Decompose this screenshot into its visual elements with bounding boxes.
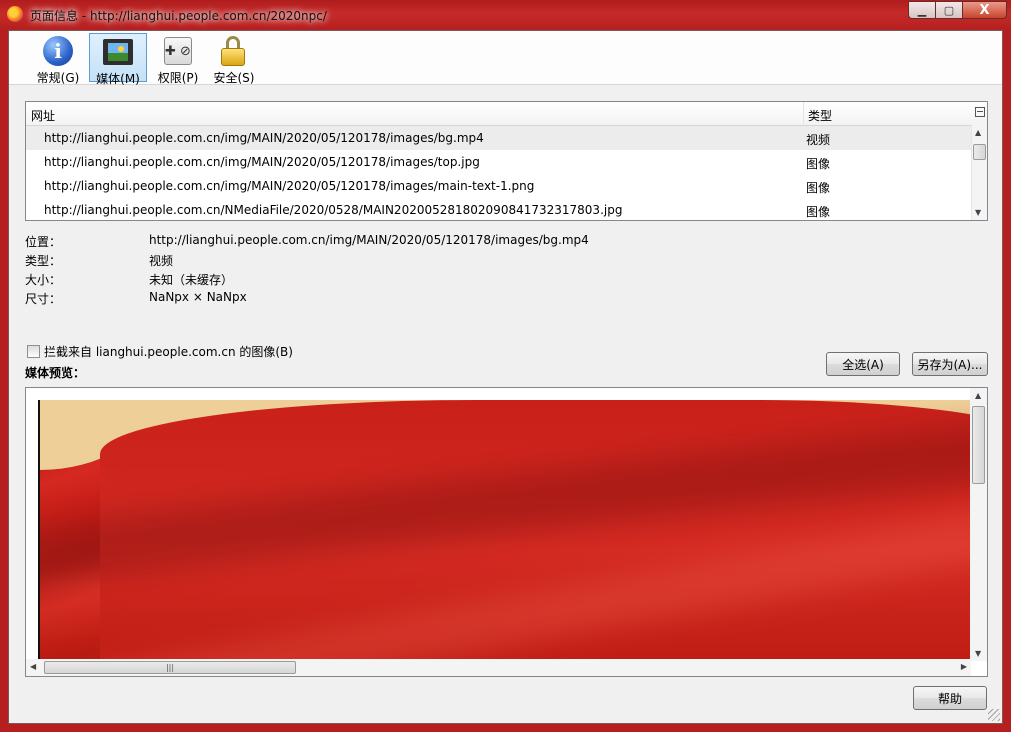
media-row-url: http://lianghui.people.com.cn/img/MAIN/2… bbox=[44, 155, 480, 169]
scroll-thumb[interactable] bbox=[972, 406, 985, 484]
scroll-down-icon[interactable]: ▼ bbox=[975, 649, 981, 658]
media-row[interactable]: http://lianghui.people.com.cn/NMediaFile… bbox=[26, 198, 971, 220]
scroll-up-icon[interactable]: ▲ bbox=[975, 128, 981, 137]
property-label: 尺寸： bbox=[25, 292, 62, 306]
select-all-button[interactable]: 全选(A) bbox=[826, 352, 900, 376]
media-row-url: http://lianghui.people.com.cn/img/MAIN/2… bbox=[44, 179, 535, 193]
media-list[interactable]: 网址 类型 http://lianghui.people.com.cn/img/… bbox=[25, 101, 988, 221]
media-row-url: http://lianghui.people.com.cn/NMediaFile… bbox=[44, 203, 623, 217]
block-images-checkbox[interactable] bbox=[27, 345, 40, 358]
property-location: 位置： http://lianghui.people.com.cn/img/MA… bbox=[25, 233, 625, 252]
tab-security[interactable]: 安全(S) bbox=[205, 33, 263, 85]
window-title: 页面信息 - http://lianghui.people.com.cn/202… bbox=[30, 9, 327, 23]
media-row[interactable]: http://lianghui.people.com.cn/img/MAIN/2… bbox=[26, 174, 971, 198]
media-list-scrollbar[interactable]: ▲ ▼ bbox=[971, 125, 987, 220]
scroll-down-icon[interactable]: ▼ bbox=[975, 208, 981, 217]
column-header-type[interactable]: 类型 bbox=[808, 107, 832, 124]
preview-vertical-scrollbar[interactable]: ▲ ▼ bbox=[970, 388, 987, 661]
media-row-type: 图像 bbox=[806, 157, 831, 171]
permissions-icon: ✚ ⊘ bbox=[162, 35, 194, 67]
property-value: 视频 bbox=[149, 254, 174, 268]
close-button[interactable]: X bbox=[962, 1, 1007, 19]
column-header-url[interactable]: 网址 bbox=[31, 107, 55, 124]
scroll-left-icon[interactable]: ◀ bbox=[30, 662, 36, 671]
media-preview-label: 媒体预览： bbox=[25, 366, 86, 380]
tab-media[interactable]: 媒体(M) bbox=[89, 33, 147, 86]
resize-grip[interactable] bbox=[988, 709, 1000, 721]
video-preview[interactable] bbox=[38, 400, 972, 661]
title-bar[interactable]: 页面信息 - http://lianghui.people.com.cn/202… bbox=[0, 0, 1011, 30]
info-icon: i bbox=[42, 35, 74, 67]
column-picker-icon[interactable] bbox=[975, 107, 985, 117]
tab-toolbar: i 常规(G) 媒体(M) ✚ ⊘ 权限(P) 安全(S) bbox=[9, 31, 1002, 86]
media-row-type: 图像 bbox=[806, 205, 831, 219]
property-value: 未知（未缓存） bbox=[149, 273, 234, 287]
scroll-thumb[interactable]: ||| bbox=[44, 661, 296, 674]
scroll-right-icon[interactable]: ▶ bbox=[961, 662, 967, 671]
save-as-button[interactable]: 另存为(A)... bbox=[912, 352, 988, 376]
property-value: NaNpx × NaNpx bbox=[149, 290, 247, 304]
firefox-icon bbox=[7, 6, 23, 22]
tab-media-label: 媒体(M) bbox=[96, 72, 140, 86]
property-label: 大小： bbox=[25, 273, 62, 287]
property-type: 类型： 视频 bbox=[25, 252, 625, 271]
tab-security-label: 安全(S) bbox=[213, 71, 255, 85]
minimize-button[interactable]: ▁ bbox=[908, 1, 935, 19]
property-value: http://lianghui.people.com.cn/img/MAIN/2… bbox=[149, 233, 589, 247]
media-row-type: 图像 bbox=[806, 181, 831, 195]
block-images-option[interactable]: 拦截来自 lianghui.people.com.cn 的图像(B) bbox=[27, 343, 293, 360]
property-label: 位置： bbox=[25, 235, 62, 249]
page-info-window: 页面信息 - http://lianghui.people.com.cn/202… bbox=[0, 0, 1011, 732]
media-list-header: 网址 类型 bbox=[26, 102, 987, 126]
tab-general[interactable]: i 常规(G) bbox=[29, 33, 87, 85]
preview-horizontal-scrollbar[interactable]: ◀ ||| ▶ bbox=[26, 659, 971, 676]
scroll-up-icon[interactable]: ▲ bbox=[975, 391, 981, 400]
block-images-label: 拦截来自 lianghui.people.com.cn 的图像(B) bbox=[44, 345, 293, 359]
media-row[interactable]: http://lianghui.people.com.cn/img/MAIN/2… bbox=[26, 126, 971, 150]
tab-permissions-label: 权限(P) bbox=[157, 71, 199, 85]
dialog-client-area: i 常规(G) 媒体(M) ✚ ⊘ 权限(P) 安全(S) 网址 类型 http… bbox=[8, 30, 1003, 724]
media-row-type: 视频 bbox=[806, 133, 831, 147]
tab-permissions[interactable]: ✚ ⊘ 权限(P) bbox=[149, 33, 207, 85]
property-size: 大小： 未知（未缓存） bbox=[25, 271, 625, 290]
help-button[interactable]: 帮助 bbox=[913, 686, 987, 710]
caption-buttons: ▁ ▢ X bbox=[908, 1, 1007, 19]
tab-general-label: 常规(G) bbox=[36, 71, 80, 85]
maximize-button[interactable]: ▢ bbox=[935, 1, 962, 19]
media-icon bbox=[102, 36, 134, 68]
property-label: 类型： bbox=[25, 254, 62, 268]
property-dimensions: 尺寸： NaNpx × NaNpx bbox=[25, 290, 625, 309]
media-row-url: http://lianghui.people.com.cn/img/MAIN/2… bbox=[44, 131, 484, 145]
media-row[interactable]: http://lianghui.people.com.cn/img/MAIN/2… bbox=[26, 150, 971, 174]
column-divider[interactable] bbox=[803, 102, 804, 124]
media-preview: ▲ ▼ ◀ ||| ▶ bbox=[25, 387, 988, 677]
lock-icon bbox=[218, 35, 250, 67]
scroll-thumb[interactable] bbox=[973, 144, 986, 160]
